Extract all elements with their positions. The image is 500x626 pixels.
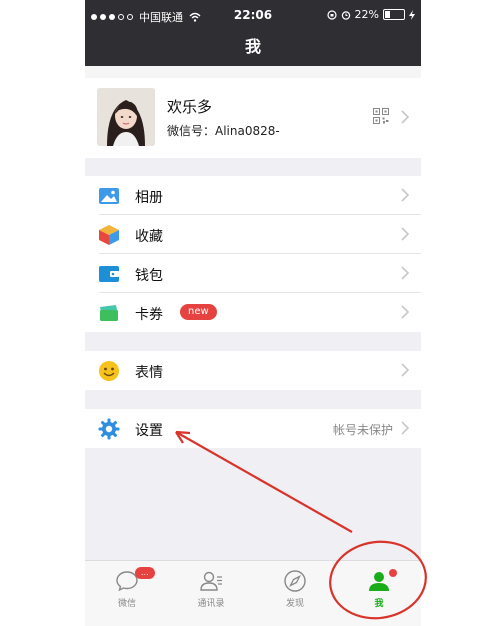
album-icon	[99, 188, 119, 204]
tab-label: 我	[374, 599, 384, 609]
avatar[interactable]	[97, 88, 155, 146]
status-right: 22%	[326, 8, 415, 21]
contacts-icon	[200, 571, 222, 591]
menu-item-card-coupon[interactable]: 卡券 new	[85, 293, 421, 332]
rotation-lock-icon	[326, 9, 337, 20]
phone-screen: 中国联通 22:06 22% 我 欢乐多 微信号：Alina0828- 相册 收…	[85, 0, 421, 626]
favorites-icon	[99, 225, 119, 245]
wallet-icon	[99, 266, 119, 282]
notification-dot	[389, 569, 397, 577]
tab-label: 通讯录	[197, 599, 225, 609]
chevron-right-icon	[401, 110, 409, 124]
divider	[85, 66, 421, 78]
status-bar: 中国联通 22:06 22%	[85, 0, 421, 30]
settings-icon	[98, 418, 120, 440]
tab-bar: ... 微信 通讯录 发现 我	[85, 560, 421, 626]
profile-card[interactable]: 欢乐多 微信号：Alina0828-	[85, 78, 421, 158]
menu-label: 卡券	[135, 307, 163, 323]
chevron-right-icon	[401, 266, 409, 280]
chevron-right-icon	[401, 188, 409, 202]
menu-label: 表情	[135, 365, 163, 381]
chevron-right-icon	[401, 363, 409, 377]
emoji-icon	[99, 361, 119, 381]
menu-item-wallet[interactable]: 钱包	[85, 254, 421, 293]
page-title: 我	[85, 30, 421, 66]
qr-code-icon[interactable]	[373, 108, 389, 124]
chevron-right-icon	[401, 305, 409, 319]
chevron-right-icon	[401, 227, 409, 241]
menu-item-favorites[interactable]: 收藏	[85, 215, 421, 254]
charging-icon	[409, 9, 415, 20]
menu-label: 相册	[135, 190, 163, 206]
menu-item-emoji[interactable]: 表情	[85, 351, 421, 390]
tab-contacts[interactable]: 通讯录	[169, 561, 253, 626]
avatar-portrait-icon	[97, 88, 155, 146]
wechat-id: 微信号：Alina0828-	[167, 124, 280, 138]
menu-item-album[interactable]: 相册	[85, 176, 421, 215]
chevron-right-icon	[401, 421, 409, 435]
menu-item-settings[interactable]: 设置 帐号未保护	[85, 409, 421, 448]
profile-name: 欢乐多	[167, 98, 213, 116]
tab-label: 发现	[285, 599, 304, 609]
account-unprotected-text: 帐号未保护	[332, 423, 393, 437]
tab-discover[interactable]: 发现	[253, 561, 337, 626]
tab-me[interactable]: 我	[337, 561, 421, 626]
menu-label: 设置	[135, 423, 163, 439]
battery-percent: 22%	[354, 8, 379, 21]
menu-label: 收藏	[135, 229, 163, 245]
battery-icon	[383, 9, 405, 20]
card-coupon-icon	[100, 305, 118, 321]
new-badge: new	[180, 304, 217, 320]
tab-chats[interactable]: ... 微信	[85, 561, 169, 626]
tab-label: 微信	[117, 599, 136, 609]
menu-label: 钱包	[135, 268, 163, 284]
alarm-icon	[341, 10, 350, 20]
unread-badge: ...	[135, 567, 155, 579]
me-person-icon	[369, 572, 389, 591]
discover-compass-icon	[284, 570, 306, 592]
